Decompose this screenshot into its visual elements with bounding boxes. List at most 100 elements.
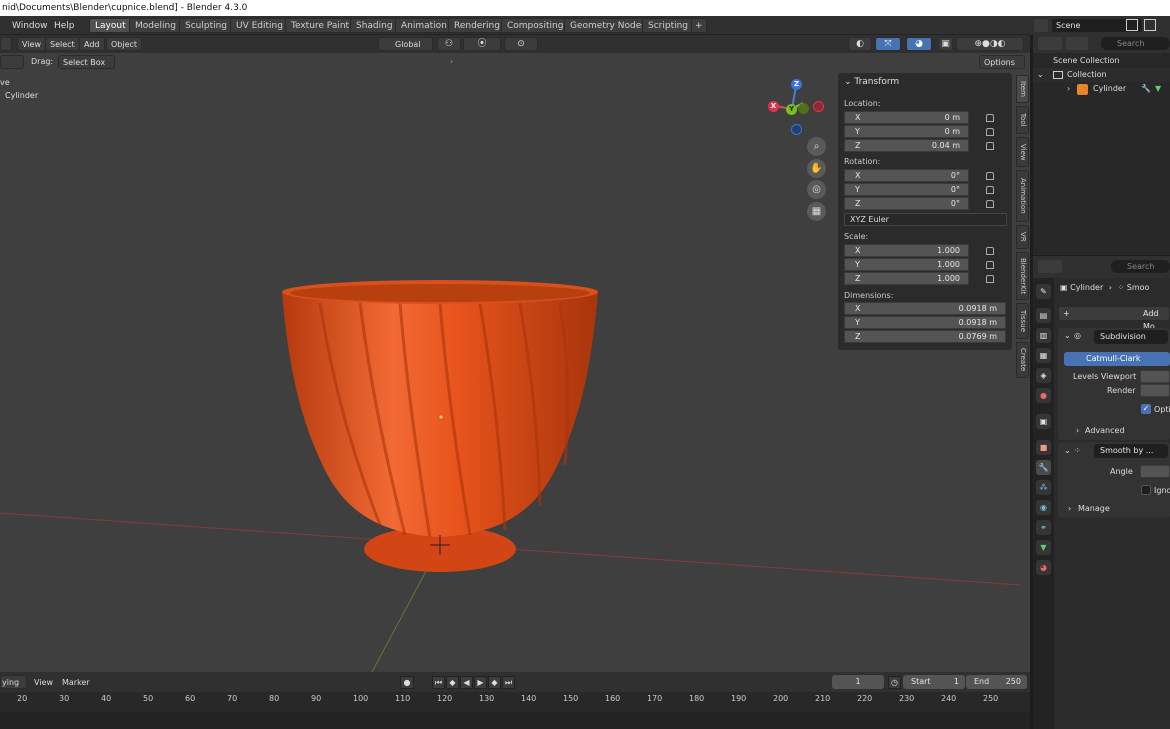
tab-vr[interactable]: VR <box>1016 225 1029 249</box>
gizmo-neg-y[interactable] <box>798 103 809 114</box>
tab-blenderkit[interactable]: BlenderKit <box>1016 252 1029 300</box>
rotation-y-field[interactable]: Y 0° <box>844 183 969 196</box>
outliner-row-scene-collection[interactable]: Scene Collection <box>1033 54 1170 68</box>
lock-icon[interactable] <box>986 247 994 255</box>
chevron-right-icon[interactable]: › <box>1067 82 1070 96</box>
chevron-down-icon[interactable]: ⌄ <box>1064 331 1071 340</box>
tab-create[interactable]: Create <box>1016 342 1029 378</box>
smooth-modifier-name-field[interactable]: Smooth by ... <box>1094 444 1168 458</box>
gizmo-toggle-icon[interactable]: ⤧ <box>875 37 901 51</box>
timeline-view-menu[interactable]: View <box>34 676 53 690</box>
gizmo-x-axis[interactable]: X <box>768 101 779 112</box>
xray-icon[interactable]: ▣ <box>938 37 953 51</box>
chevron-down-icon[interactable]: ⌄ <box>1037 68 1044 82</box>
dimensions-y-field[interactable]: Y 0.0918 m <box>844 316 1006 329</box>
play-reverse-icon[interactable]: ◀ <box>460 676 473 689</box>
tab-animation-sidebar[interactable]: Animation <box>1016 170 1029 222</box>
gizmo-neg-x[interactable] <box>813 101 824 112</box>
modifier-wrench-icon[interactable]: 🔧 <box>1141 82 1151 96</box>
new-scene-icon[interactable] <box>1126 19 1138 31</box>
object-tab-icon[interactable]: ■ <box>1036 440 1051 455</box>
optimal-display-checkbox[interactable]: ✓ <box>1141 404 1151 414</box>
visibility-icon[interactable]: ◐ <box>848 37 872 51</box>
delete-scene-icon[interactable] <box>1144 19 1156 31</box>
catmull-clark-button[interactable]: Catmull-Clark <box>1064 352 1170 366</box>
tab-tissue[interactable]: Tissue <box>1016 303 1029 339</box>
physics-tab-icon[interactable]: ◉ <box>1036 500 1051 515</box>
tab-scripting[interactable]: Scripting <box>642 18 695 33</box>
scale-z-field[interactable]: Z 1.000 <box>844 272 969 285</box>
expand-chevron-icon[interactable]: › <box>450 55 453 69</box>
play-icon[interactable]: ▶ <box>474 676 487 689</box>
tab-tool[interactable]: Tool <box>1016 106 1029 134</box>
gizmo-neg-z[interactable] <box>791 124 802 135</box>
lock-icon[interactable] <box>986 172 994 180</box>
prev-keyframe-icon[interactable]: ◆ <box>446 676 459 689</box>
transform-orientation-dropdown[interactable]: Global <box>378 37 433 51</box>
lock-icon[interactable] <box>986 186 994 194</box>
dimensions-x-field[interactable]: X 0.0918 m <box>844 302 1006 315</box>
scene-tab-icon[interactable]: ◈ <box>1036 368 1051 383</box>
menu-help[interactable]: Help <box>54 19 75 33</box>
jump-start-icon[interactable]: ⏮ <box>432 676 445 689</box>
chevron-right-icon[interactable]: › <box>1076 426 1079 435</box>
display-mode-icon[interactable] <box>1066 37 1088 50</box>
properties-search-input[interactable]: Search <box>1111 260 1170 273</box>
lock-icon[interactable] <box>986 261 994 269</box>
timeline[interactable]: 20 30 40 50 60 70 80 90 100 110 120 130 140 150 160 170… <box>0 692 1030 729</box>
tab-texture-paint[interactable]: Texture Paint <box>285 18 356 33</box>
subdivision-name-field[interactable]: Subdivision <box>1094 330 1168 344</box>
outliner-row-cylinder[interactable]: › Cylinder 🔧 ▼ <box>1033 82 1170 96</box>
manage-label[interactable]: Manage <box>1078 504 1110 513</box>
outliner-editor-icon[interactable] <box>1038 37 1062 50</box>
data-tab-icon[interactable]: ▼ <box>1036 540 1051 555</box>
view-layer-tab-icon[interactable]: ▦ <box>1036 348 1051 363</box>
outliner-search-input[interactable]: Search <box>1101 37 1170 50</box>
current-frame-field[interactable]: 1 <box>832 675 884 689</box>
tab-view[interactable]: View <box>1016 137 1029 167</box>
tab-rendering[interactable]: Rendering <box>448 18 506 33</box>
drag-select-dropdown[interactable]: Select Box <box>58 55 115 69</box>
scale-x-field[interactable]: X 1.000 <box>844 244 969 257</box>
mode-dropdown[interactable] <box>0 55 24 69</box>
render-tab-icon[interactable]: ▤ <box>1036 308 1051 323</box>
perspective-toggle-icon[interactable]: ▦ <box>807 202 826 221</box>
tool-tab-icon[interactable]: ✎ <box>1036 284 1051 299</box>
constraints-tab-icon[interactable]: ⚭ <box>1036 520 1051 535</box>
rotation-x-field[interactable]: X 0° <box>844 169 969 182</box>
view-menu[interactable]: View <box>17 37 46 51</box>
clock-icon[interactable]: ◷ <box>888 676 901 689</box>
shading-mode-icons[interactable]: ⊕●◑◐ <box>956 37 1024 51</box>
add-modifier-button[interactable]: + Add Mo <box>1058 306 1170 331</box>
end-frame-field[interactable]: End 250 <box>966 675 1027 689</box>
scale-y-field[interactable]: Y 1.000 <box>844 258 969 271</box>
outliner-row-collection[interactable]: ⌄ Collection <box>1033 68 1170 82</box>
object-menu[interactable]: Object <box>106 37 143 51</box>
hand-pan-icon[interactable]: ✋ <box>807 159 826 178</box>
location-x-field[interactable]: X 0 m <box>844 111 969 124</box>
options-dropdown[interactable]: Options <box>979 55 1025 69</box>
jump-end-icon[interactable]: ⏭ <box>502 676 515 689</box>
tab-animation[interactable]: Animation <box>395 18 453 33</box>
dimensions-z-field[interactable]: Z 0.0769 m <box>844 330 1006 343</box>
angle-field[interactable] <box>1140 465 1170 478</box>
collection-tab-icon[interactable]: ▣ <box>1036 414 1051 429</box>
lock-icon[interactable] <box>986 114 994 122</box>
menu-window[interactable]: Window <box>12 19 48 33</box>
chevron-down-icon[interactable]: ⌄ <box>1064 446 1071 455</box>
lock-icon[interactable] <box>986 275 994 283</box>
gizmo-z-axis[interactable]: Z <box>791 79 802 90</box>
tab-shading[interactable]: Shading <box>350 18 399 33</box>
select-menu[interactable]: Select <box>45 37 80 51</box>
lock-icon[interactable] <box>986 200 994 208</box>
properties-editor-icon[interactable] <box>1038 260 1062 273</box>
transform-header[interactable]: ⌄ Transform <box>844 77 899 87</box>
tab-geometry-nodes[interactable]: Geometry Nodes <box>564 18 652 33</box>
tab-layout[interactable]: Layout <box>89 18 132 33</box>
tab-item[interactable]: Item <box>1016 75 1029 103</box>
snap-icon[interactable]: ⦿ <box>463 37 501 51</box>
material-tab-icon[interactable]: ◕ <box>1036 560 1051 575</box>
playback-dropdown[interactable]: ying <box>0 675 27 689</box>
tab-uv-editing[interactable]: UV Editing <box>230 18 289 33</box>
timeline-marker-menu[interactable]: Marker <box>62 676 90 690</box>
